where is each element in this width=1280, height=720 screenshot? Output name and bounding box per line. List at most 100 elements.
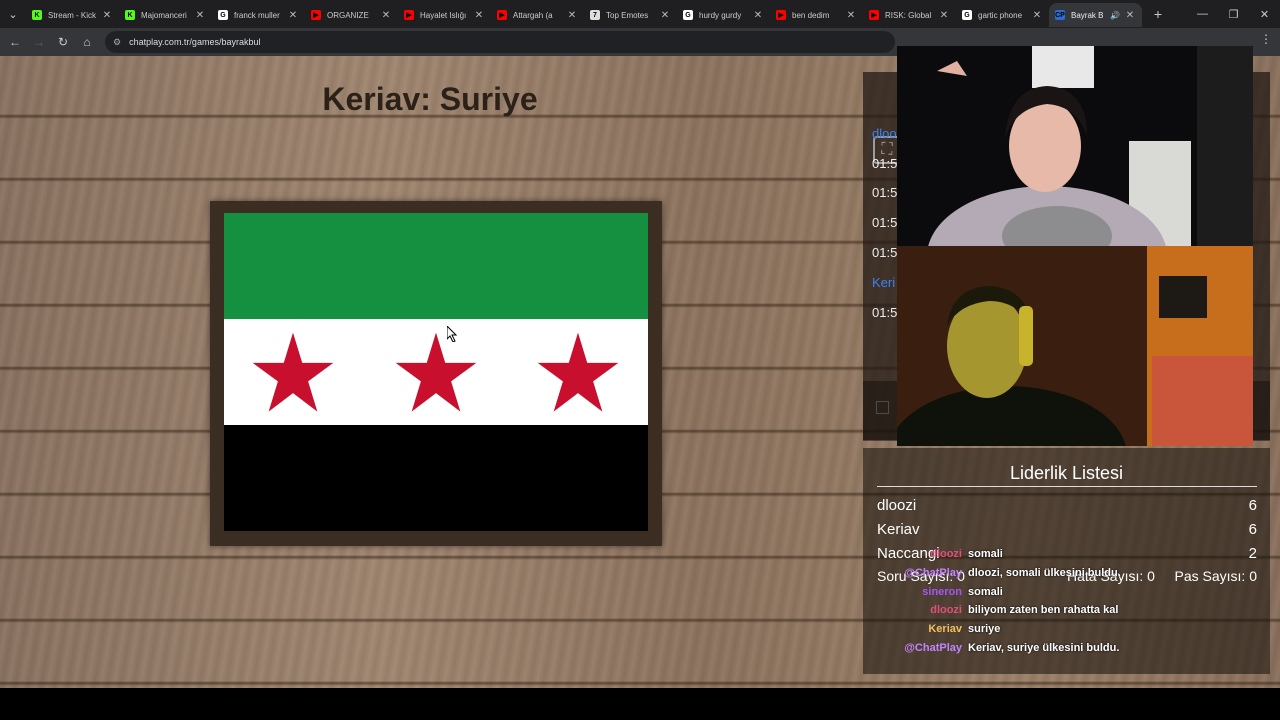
chat-username: @ChatPlay [904,642,962,654]
tab-favicon-icon: ▶ [497,10,507,20]
browser-tab[interactable]: Ggartic phone ✕ [956,3,1049,27]
flag-star-icon [395,332,477,412]
chat-text: biliyom zaten ben rahatta kal [968,604,1119,617]
flag-star-icon [537,332,619,412]
tab-title: Majomanceri [141,10,187,20]
restore-icon[interactable]: ❐ [1218,0,1249,28]
flag-green-band [224,213,648,319]
tab-favicon-icon: G [962,10,972,20]
chat-username: Keriav [928,623,962,636]
browser-tab-bar: ⌄ K Stream - Kick ✕ K Majomanceri ✕ Gfranck mu… [0,0,1280,28]
side-chat-user: dlooz [872,126,898,141]
game-title: Keriav: Suriye [322,81,538,117]
browser-tab[interactable]: 7 Top Emotes ✕ [584,3,677,27]
browser-tab[interactable]: ▶ ben dedim ✕ [770,3,863,27]
tab-close-icon[interactable]: ✕ [380,10,392,21]
address-bar[interactable]: ⚙ chatplay.com.tr/games/bayrakbul [105,31,895,53]
chat-text: Keriav, suriye ülkesini buldu. [968,642,1120,654]
tab-favicon-icon: K [125,10,135,20]
tab-title: franck muller [234,10,280,20]
tab-close-icon[interactable]: ✕ [938,10,950,21]
tab-audio-icon[interactable]: 🔊 [1110,11,1120,20]
chat-text: dloozi, somali ülkesini buldu. [968,566,1121,579]
chat-username: dloozi [930,604,962,617]
browser-menu-icon[interactable]: ⋮ [1260,32,1272,46]
bottom-black-band [0,688,1280,720]
tab-close-icon[interactable]: ✕ [101,10,113,21]
tab-close-icon[interactable]: ✕ [566,10,578,21]
browser-tab[interactable]: ▶ Hayalet Islığı ✕ [398,3,491,27]
tab-search-icon[interactable]: ⌄ [0,0,26,28]
tab-favicon-icon: ▶ [869,10,879,20]
flag-frame [210,201,662,546]
tab-title: Attargah (a [513,10,553,20]
tab-title: Stream - Kick [48,10,97,20]
player-name: Keriav [877,521,920,538]
browser-tab[interactable]: Gfranck muller ✕ [212,3,305,27]
browser-tab[interactable]: ▶ ORGANIZE ✕ [305,3,398,27]
flag-black-band [224,425,648,531]
tab-title: RISK: Global [885,10,932,20]
close-window-icon[interactable]: ✕ [1249,0,1280,28]
chat-message: sineron somali [880,586,1003,602]
new-tab-button[interactable]: + [1146,2,1170,26]
browser-tab[interactable]: ▶ RISK: Global ✕ [863,3,956,27]
tab-favicon-icon: CP [1055,10,1065,20]
tab-strip: K Stream - Kick ✕ K Majomanceri ✕ Gfranck mull… [26,1,1142,27]
home-icon[interactable]: ⌂ [75,30,99,54]
tab-favicon-icon: ▶ [311,10,321,20]
tab-title: Top Emotes [606,10,649,20]
chat-text: somali [968,585,1003,598]
forward-icon[interactable]: → [27,30,51,54]
leaderboard-divider [877,486,1257,487]
side-chat-time: 01:5 [872,305,898,320]
chat-message: Keriav suriye [880,623,1000,639]
site-info-icon[interactable]: ⚙ [113,37,121,48]
tab-favicon-icon: 7 [590,10,600,20]
chat-message: dloozi somali [880,548,1003,564]
browser-tab[interactable]: ▶ Attargah (a ✕ [491,3,584,27]
tab-close-icon[interactable]: ✕ [473,10,485,21]
chat-message: @ChatPlay dloozi, somali ülkesini buldu. [880,567,1121,583]
side-chat-time: 01:5 [872,245,898,260]
flag-star-icon [252,332,334,412]
back-icon[interactable]: ← [3,30,27,54]
browser-tab[interactable]: Ghurdy gurdy ✕ [677,3,770,27]
player-name: dloozi [877,497,917,514]
browser-tab[interactable]: K Majomanceri ✕ [119,3,212,27]
side-chat-time: 01:5 [872,156,898,171]
chat-message: @ChatPlay Keriav, suriye ülkesini buldu. [880,642,1119,658]
tab-title: Hayalet Islığı [420,10,467,20]
tab-title: ben dedim [792,10,830,20]
tab-favicon-icon: ▶ [776,10,786,20]
tab-title: Bayrak B [1071,10,1104,20]
flag-white-band [224,319,648,425]
tab-close-icon[interactable]: ✕ [659,10,671,21]
tab-close-icon[interactable]: ✕ [1031,10,1043,21]
browser-tab[interactable]: K Stream - Kick ✕ [26,3,119,27]
player-score: 6 [1248,521,1257,538]
tab-title: ORGANIZE [327,10,369,20]
player-score: 2 [1248,545,1257,562]
side-chat-user: Keri [872,275,896,290]
tab-favicon-icon: G [218,10,228,20]
leaderboard-row: Keriav 6 [877,521,1257,538]
tab-title: hurdy gurdy [699,10,742,20]
tab-close-icon[interactable]: ✕ [194,10,206,21]
tab-close-icon[interactable]: ✕ [752,10,764,21]
tab-favicon-icon: ▶ [404,10,414,20]
minimize-icon[interactable]: — [1187,0,1218,28]
window-controls: — ❐ ✕ [1187,0,1280,28]
tab-close-icon[interactable]: ✕ [287,10,299,21]
browser-tab[interactable]: CP Bayrak B 🔊 ✕ [1049,3,1142,27]
tab-close-icon[interactable]: ✕ [1124,10,1136,21]
chat-username: sineron [922,585,962,598]
webcam-overlay-bottom [897,246,1253,446]
chat-message: dloozi biliyom zaten ben rahatta kal [880,604,1118,620]
tab-close-icon[interactable]: ✕ [845,10,857,21]
side-chat-time: 01:5 [872,185,898,200]
reload-icon[interactable]: ↻ [51,30,75,54]
pass-count: Pas Sayısı: 0 [1174,568,1257,584]
tab-favicon-icon: K [32,10,42,20]
side-chat-time: 01:5 [872,215,898,230]
